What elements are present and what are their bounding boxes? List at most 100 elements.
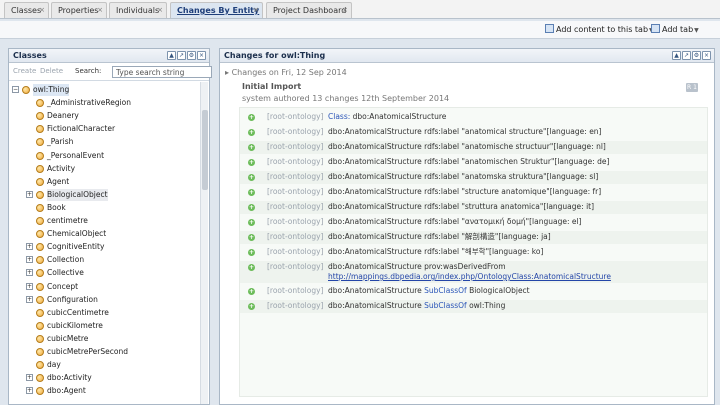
tab-properties[interactable]: Properties × bbox=[51, 2, 107, 18]
expand-icon[interactable]: + bbox=[26, 387, 33, 395]
change-predicate[interactable]: rdfs:label bbox=[424, 157, 461, 166]
change-predicate[interactable]: rdfs:label bbox=[424, 127, 461, 136]
tree-node[interactable]: _PersonalEvent bbox=[9, 150, 189, 162]
tree-node[interactable]: day bbox=[9, 359, 189, 371]
change-predicate[interactable]: rdfs:label bbox=[424, 187, 461, 196]
search-input[interactable] bbox=[112, 66, 212, 78]
settings-icon[interactable]: ⚙ bbox=[187, 51, 196, 60]
tree-node[interactable]: cubicCentimetre bbox=[9, 307, 189, 319]
delete-button[interactable]: Delete bbox=[40, 67, 63, 75]
change-predicate[interactable]: SubClassOf bbox=[424, 301, 469, 310]
tree-node-label: dbo:Activity bbox=[47, 373, 92, 383]
change-subject[interactable]: Class: bbox=[328, 112, 353, 121]
tree-node[interactable]: cubicMetre bbox=[9, 333, 189, 345]
close-icon[interactable]: × bbox=[197, 51, 206, 60]
tree-node[interactable]: + Configuration bbox=[9, 294, 189, 306]
tree-node[interactable]: + BiologicalObject bbox=[9, 188, 189, 201]
close-icon[interactable]: × bbox=[702, 51, 711, 60]
change-subject[interactable]: dbo:AnatomicalStructure bbox=[328, 157, 424, 166]
change-subject[interactable]: dbo:AnatomicalStructure bbox=[328, 202, 424, 211]
close-icon[interactable]: × bbox=[39, 3, 45, 18]
change-link[interactable]: http://mappings.dbpedia.org/index.php/On… bbox=[328, 272, 611, 282]
tree-node[interactable]: cubicKilometre bbox=[9, 320, 189, 332]
minimize-icon[interactable]: ▲ bbox=[672, 51, 681, 60]
tree-node-label: cubicMetrePerSecond bbox=[47, 347, 128, 356]
tree-node[interactable]: Agent bbox=[9, 176, 189, 188]
change-subject[interactable]: dbo:AnatomicalStructure bbox=[328, 301, 424, 310]
change-subject[interactable]: dbo:AnatomicalStructure bbox=[328, 127, 424, 136]
class-icon bbox=[36, 308, 44, 317]
search-label: Search: bbox=[75, 67, 102, 75]
pin-icon[interactable]: ↗ bbox=[177, 51, 186, 60]
tree-node[interactable]: cubicMetrePerSecond bbox=[9, 346, 189, 358]
close-icon[interactable]: × bbox=[97, 3, 103, 18]
change-predicate[interactable]: rdfs:label bbox=[424, 172, 461, 181]
change-subject[interactable]: dbo:AnatomicalStructure bbox=[328, 172, 424, 181]
class-icon bbox=[36, 361, 44, 370]
change-predicate[interactable]: rdfs:label bbox=[424, 232, 461, 241]
tree-node-label: cubicMetre bbox=[47, 333, 89, 343]
change-predicate[interactable]: rdfs:label bbox=[424, 247, 461, 256]
add-tab-button[interactable]: Add tab▼ bbox=[651, 24, 699, 37]
tree-node[interactable]: ChemicalObject bbox=[9, 228, 189, 240]
tree-node[interactable]: + dbo:Activity bbox=[9, 372, 189, 384]
tree-node[interactable]: + CognitiveEntity bbox=[9, 241, 189, 253]
tree-node[interactable]: _Parish bbox=[9, 136, 189, 148]
expand-icon[interactable]: + bbox=[26, 374, 33, 382]
tree-node[interactable]: − owl:Thing bbox=[9, 84, 189, 96]
tree-node[interactable]: Book bbox=[9, 202, 189, 214]
create-button[interactable]: Create bbox=[13, 67, 36, 75]
tree-node[interactable]: + Concept bbox=[9, 281, 189, 293]
tree-node[interactable]: FictionalCharacter bbox=[9, 123, 189, 135]
expand-icon[interactable]: + bbox=[26, 295, 33, 303]
change-subject[interactable]: dbo:AnatomicalStructure bbox=[328, 232, 424, 241]
close-icon[interactable]: × bbox=[157, 3, 163, 18]
change-row: + [root-ontology] Class: dbo:AnatomicalStr… bbox=[240, 111, 707, 124]
tab-toolbar: Add content to this tab▼ Add tab▼ bbox=[0, 21, 720, 39]
change-row: + [root-ontology] dbo:AnatomicalStructure … bbox=[240, 141, 707, 154]
class-icon bbox=[36, 256, 44, 265]
change-subject[interactable]: dbo:AnatomicalStructure bbox=[328, 187, 424, 196]
change-subject[interactable]: dbo:AnatomicalStructure bbox=[328, 217, 424, 226]
tree-node[interactable]: Activity bbox=[9, 163, 189, 175]
tree-scrollbar[interactable] bbox=[200, 82, 208, 404]
change-predicate[interactable]: rdfs:label bbox=[424, 217, 461, 226]
pin-icon[interactable]: ↗ bbox=[682, 51, 691, 60]
settings-icon[interactable]: ⚙ bbox=[692, 51, 701, 60]
minimize-icon[interactable]: ▲ bbox=[167, 51, 176, 60]
expand-icon[interactable]: + bbox=[26, 269, 33, 277]
change-predicate[interactable]: prov:wasDerivedFrom bbox=[424, 262, 505, 271]
change-predicate[interactable]: rdfs:label bbox=[424, 202, 461, 211]
change-subject[interactable]: dbo:AnatomicalStructure bbox=[328, 262, 424, 271]
scrollbar-thumb[interactable] bbox=[202, 110, 208, 190]
expand-icon[interactable]: + bbox=[26, 282, 33, 290]
classes-panel-header: Classes ▲ ↗ ⚙ × bbox=[9, 49, 209, 63]
change-object[interactable]: dbo:AnatomicalStructure bbox=[353, 112, 447, 121]
add-content-button[interactable]: Add content to this tab▼ bbox=[545, 24, 654, 37]
changes-date[interactable]: ▸ Changes on Fri, 12 Sep 2014 bbox=[225, 68, 347, 77]
change-language: [language: ko] bbox=[489, 247, 544, 256]
tab-classes[interactable]: Classes × bbox=[4, 2, 49, 18]
expand-icon[interactable]: + bbox=[26, 256, 33, 264]
expand-icon[interactable]: + bbox=[26, 243, 33, 251]
close-icon[interactable]: × bbox=[342, 3, 348, 18]
tree-node[interactable]: centimetre bbox=[9, 215, 189, 227]
tree-node[interactable]: + Collective bbox=[9, 267, 189, 279]
change-subject[interactable]: dbo:AnatomicalStructure bbox=[328, 247, 424, 256]
tree-node-label: Deanery bbox=[47, 111, 79, 121]
class-icon bbox=[36, 112, 44, 121]
tab-changes-by-entity[interactable]: Changes By Entity × bbox=[170, 2, 263, 18]
change-predicate[interactable]: SubClassOf bbox=[424, 286, 469, 295]
close-icon[interactable]: × bbox=[253, 3, 259, 18]
expand-icon[interactable]: + bbox=[26, 190, 33, 198]
tree-node[interactable]: _AdministrativeRegion bbox=[9, 97, 189, 109]
tree-node[interactable]: + dbo:Agent bbox=[9, 385, 189, 397]
tab-individuals[interactable]: Individuals × bbox=[109, 2, 167, 18]
tree-node[interactable]: + Collection bbox=[9, 254, 189, 266]
tree-node[interactable]: Deanery bbox=[9, 110, 189, 122]
tab-project-dashboard[interactable]: Project Dashboard × bbox=[266, 2, 352, 18]
change-subject[interactable]: dbo:AnatomicalStructure bbox=[328, 286, 424, 295]
change-subject[interactable]: dbo:AnatomicalStructure bbox=[328, 142, 424, 151]
collapse-icon[interactable]: − bbox=[12, 86, 19, 93]
change-predicate[interactable]: rdfs:label bbox=[424, 142, 461, 151]
